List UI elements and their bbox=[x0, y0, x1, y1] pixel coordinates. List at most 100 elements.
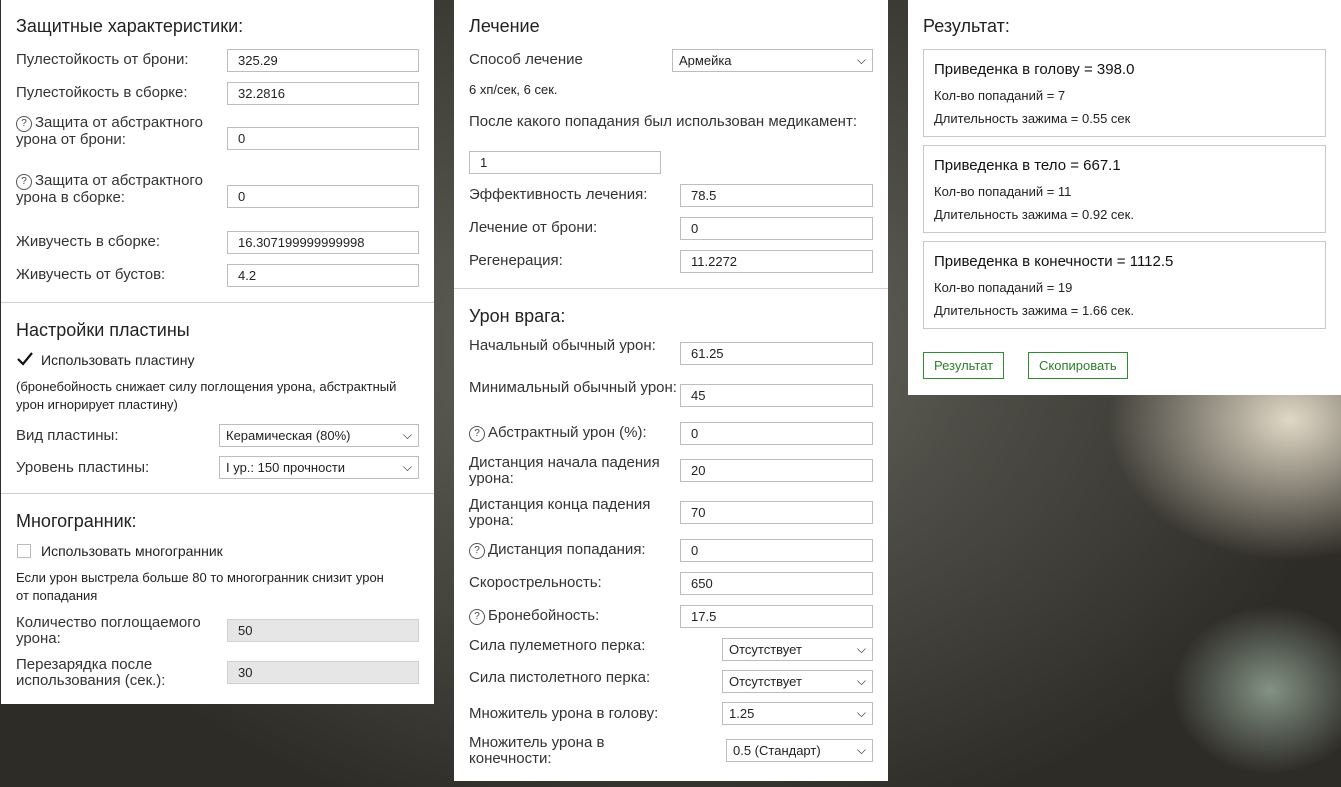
result-head-box: Приведенка в голову = 398.0 Кол-во попад… bbox=[923, 49, 1326, 137]
fire-rate-input[interactable] bbox=[680, 572, 873, 595]
armor-penetration-input[interactable] bbox=[680, 605, 873, 628]
armor-penetration-text: Бронебойность: bbox=[488, 607, 600, 624]
result-limbs-title: Приведенка в конечности = 1112.5 bbox=[934, 253, 1174, 270]
chevron-down-icon: ⌵ bbox=[856, 706, 866, 720]
healing-rate-text: 6 хп/сек, 6 сек. bbox=[469, 82, 558, 97]
regeneration-label: Регенерация: bbox=[469, 252, 563, 269]
plate-level-label: Уровень пластины: bbox=[16, 459, 150, 476]
hit-distance-label: ? Дистанция попадания: bbox=[469, 542, 684, 559]
result-head-hits: Кол-во попаданий = 7 bbox=[934, 88, 1066, 103]
question-circle-icon[interactable]: ? bbox=[16, 174, 32, 190]
armor-penetration-label: ? Бронебойность: bbox=[469, 608, 679, 625]
mg-perk-label: Сила пулеметного перка: bbox=[469, 637, 646, 654]
build-abstract-protection-label: ? Защита от абстрактного урона в сборке: bbox=[16, 173, 216, 206]
use-polyhedron-checkbox[interactable] bbox=[17, 544, 31, 558]
limb-multiplier-select[interactable]: 0.5 (Стандарт) ⌵ bbox=[726, 739, 873, 762]
polyhedron-title: Многогранник: bbox=[16, 511, 137, 531]
min-damage-label: Минимальный обычный урон: bbox=[469, 379, 677, 396]
healing-efficiency-input[interactable] bbox=[680, 184, 873, 207]
pistol-perk-label: Сила пистолетного перка: bbox=[469, 669, 651, 686]
healing-method-select[interactable]: Армейка ⌵ bbox=[672, 49, 873, 72]
chevron-down-icon: ⌵ bbox=[856, 674, 866, 688]
build-vitality-label: Живучесть в сборке: bbox=[16, 233, 161, 250]
boost-vitality-input[interactable] bbox=[227, 264, 419, 287]
mg-perk-select[interactable]: Отсутствует ⌵ bbox=[722, 638, 873, 661]
use-polyhedron-label[interactable]: Использовать многогранник bbox=[41, 542, 223, 560]
plate-type-select[interactable]: Керамическая (80%) ⌵ bbox=[219, 424, 419, 447]
hit-distance-text: Дистанция попадания: bbox=[488, 541, 646, 558]
falloff-end-input[interactable] bbox=[680, 501, 873, 524]
question-circle-icon[interactable]: ? bbox=[469, 426, 485, 442]
abstract-damage-label: ? Абстрактный урон (%): bbox=[469, 425, 679, 442]
result-panel: Результат: Приведенка в голову = 398.0 К… bbox=[908, 0, 1341, 395]
healing-efficiency-label: Эффективность лечения: bbox=[469, 186, 648, 203]
plate-level-select[interactable]: I ур.: 150 прочности ⌵ bbox=[219, 456, 419, 479]
armor-abstract-protection-label: ? Защита от абстрактного урона от брони: bbox=[16, 115, 216, 148]
abstract-damage-input[interactable] bbox=[680, 422, 873, 445]
armor-bullet-resist-input[interactable] bbox=[227, 49, 419, 72]
question-circle-icon[interactable]: ? bbox=[469, 609, 485, 625]
armor-abstract-protection-input[interactable] bbox=[227, 127, 419, 150]
result-limbs-box: Приведенка в конечности = 1112.5 Кол-во … bbox=[923, 241, 1326, 329]
initial-damage-input[interactable] bbox=[680, 342, 873, 365]
head-multiplier-select[interactable]: 1.25 ⌵ bbox=[722, 702, 873, 725]
healing-enemy-panel: Лечение Способ лечение Армейка ⌵ 6 хп/се… bbox=[454, 0, 888, 781]
boost-vitality-label: Живучесть от бустов: bbox=[16, 266, 166, 283]
falloff-end-label: Дистанция конца падения урона: bbox=[469, 496, 651, 529]
armor-healing-label: Лечение от брони: bbox=[469, 219, 598, 236]
chevron-down-icon: ⌵ bbox=[402, 428, 412, 442]
checkmark-icon bbox=[17, 352, 33, 366]
reload-after-use-label: Перезарядка после использования (сек.): bbox=[16, 656, 166, 689]
absorb-amount-label: Количество поглощаемого урона: bbox=[16, 614, 201, 647]
protection-title: Защитные характеристики: bbox=[16, 16, 244, 36]
result-body-hold: Длительность зажима = 0.92 сек. bbox=[934, 207, 1134, 222]
armor-healing-input[interactable] bbox=[680, 217, 873, 240]
result-head-title: Приведенка в голову = 398.0 bbox=[934, 61, 1135, 78]
medkit-after-hit-input[interactable] bbox=[469, 151, 661, 174]
absorb-amount-input bbox=[227, 619, 419, 642]
chevron-down-icon: ⌵ bbox=[856, 642, 866, 656]
regeneration-input[interactable] bbox=[680, 250, 873, 273]
result-limbs-hold: Длительность зажима = 1.66 сек. bbox=[934, 303, 1134, 318]
plate-note: (бронебойность снижает силу поглощения у… bbox=[16, 379, 397, 412]
plate-title: Настройки пластины bbox=[16, 320, 190, 340]
falloff-start-label: Дистанция начала падения урона: bbox=[469, 454, 660, 487]
mg-perk-value: Отсутствует bbox=[729, 642, 802, 657]
result-body-title: Приведенка в тело = 667.1 bbox=[934, 157, 1121, 174]
min-damage-input[interactable] bbox=[680, 384, 873, 407]
result-limbs-hits: Кол-во попаданий = 19 bbox=[934, 280, 1073, 295]
result-body-box: Приведенка в тело = 667.1 Кол-во попадан… bbox=[923, 145, 1326, 233]
hit-distance-input[interactable] bbox=[680, 539, 873, 562]
build-abstract-protection-input[interactable] bbox=[227, 185, 419, 208]
use-plate-label[interactable]: Использовать пластину bbox=[41, 351, 195, 369]
polyhedron-note: Если урон выстрела больше 80 то многогра… bbox=[16, 570, 384, 603]
armor-abstract-protection-text: Защита от абстрактного урона от брони: bbox=[16, 114, 203, 148]
healing-method-value: Армейка bbox=[679, 53, 732, 68]
falloff-start-input[interactable] bbox=[680, 459, 873, 482]
chevron-down-icon: ⌵ bbox=[856, 743, 866, 757]
pistol-perk-select[interactable]: Отсутствует ⌵ bbox=[722, 670, 873, 693]
question-circle-icon[interactable]: ? bbox=[16, 116, 32, 132]
limb-multiplier-value: 0.5 (Стандарт) bbox=[733, 743, 821, 758]
divider bbox=[1, 302, 434, 303]
result-head-hold: Длительность зажима = 0.55 сек bbox=[934, 111, 1131, 126]
result-body-hits: Кол-во попаданий = 11 bbox=[934, 184, 1072, 199]
build-bullet-resist-label: Пулестойкость в сборке: bbox=[16, 84, 188, 101]
result-title: Результат: bbox=[923, 16, 1010, 36]
copy-button[interactable]: Скопировать bbox=[1028, 352, 1128, 379]
plate-type-label: Вид пластины: bbox=[16, 427, 119, 444]
question-circle-icon[interactable]: ? bbox=[469, 543, 485, 559]
healing-method-label: Способ лечение bbox=[469, 51, 583, 68]
use-plate-checkbox[interactable] bbox=[17, 352, 33, 367]
healing-title: Лечение bbox=[469, 16, 540, 36]
chevron-down-icon: ⌵ bbox=[402, 460, 412, 474]
result-button[interactable]: Результат bbox=[923, 352, 1005, 379]
limb-multiplier-label: Множитель урона в конечности: bbox=[469, 734, 605, 767]
enemy-damage-title: Урон врага: bbox=[469, 306, 566, 326]
divider bbox=[1, 493, 434, 494]
build-vitality-input[interactable] bbox=[227, 231, 419, 254]
build-bullet-resist-input[interactable] bbox=[227, 82, 419, 105]
medkit-after-hit-label: После какого попадания был использован м… bbox=[469, 113, 858, 130]
divider bbox=[454, 288, 888, 289]
head-multiplier-value: 1.25 bbox=[729, 706, 755, 721]
